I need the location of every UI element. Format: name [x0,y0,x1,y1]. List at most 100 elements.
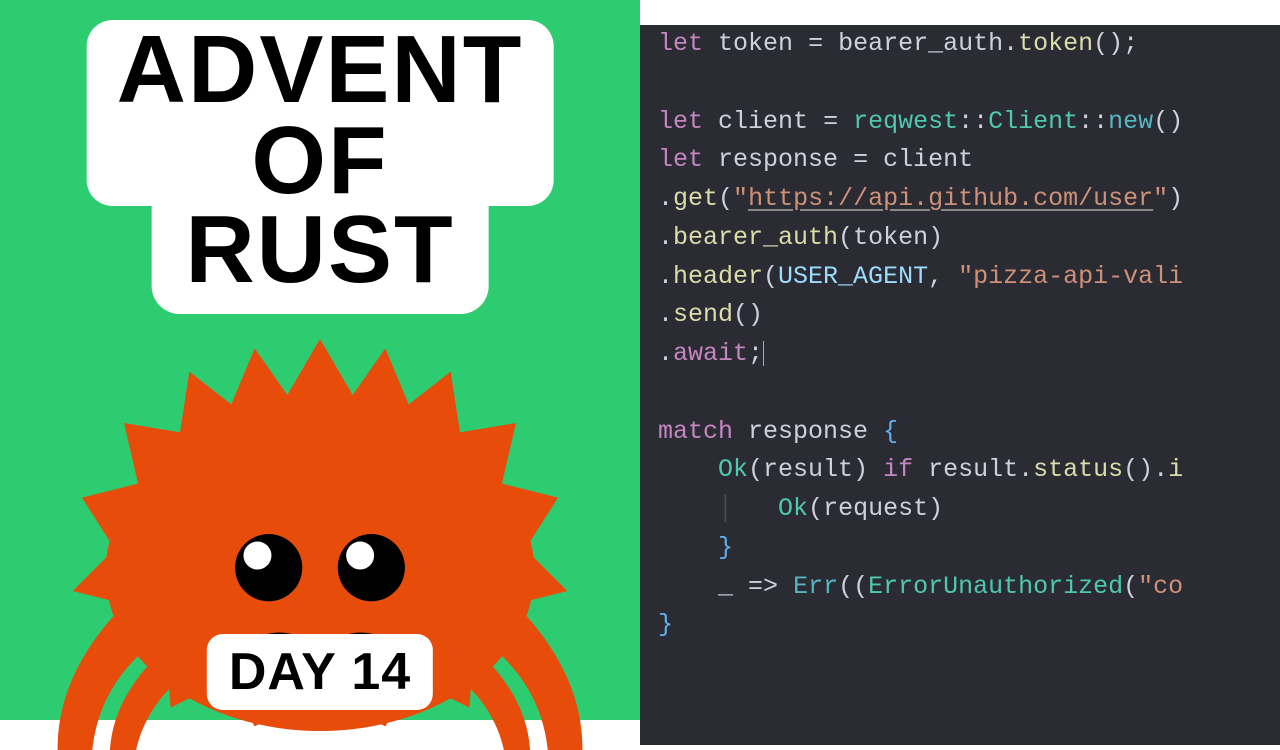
code-token: . [658,184,673,213]
code-token: reqwest [853,107,958,136]
code-token: https://api.github.com/user [748,184,1153,213]
code-token: result [928,455,1018,484]
code-token [703,145,718,174]
code-token: (( [838,572,868,601]
code-token: ( [838,223,853,252]
code-token: client [718,107,808,136]
code-token [913,455,928,484]
code-token: _ [718,572,733,601]
code-token: token [1018,29,1093,58]
code-token [838,145,853,174]
code-token: } [718,533,733,562]
code-token: Ok [718,455,748,484]
code-token: request [823,494,928,523]
code-token: await [673,339,748,368]
code-token: () [1093,29,1123,58]
code-token: token [853,223,928,252]
code-token: ( [748,455,763,484]
code-token: . [658,262,673,291]
code-token [763,341,764,366]
code-token: ( [718,184,733,213]
code-token [733,417,748,446]
code-line: let client = reqwest::Client::new() [658,103,1280,142]
title-plate-top: ADVENT OF [87,20,554,206]
code-token: ) [853,455,868,484]
code-token [868,455,883,484]
code-token: response [748,417,868,446]
title-line-2: RUST [185,204,454,295]
code-line: .get("https://api.github.com/user") [658,180,1280,219]
code-token: " [1153,184,1168,213]
code-token: new [1108,107,1153,136]
code-token: " [733,184,748,213]
code-token: . [658,223,673,252]
code-token: ) [928,494,943,523]
code-token: ; [748,339,763,368]
code-token: ( [1123,572,1138,601]
code-token [943,262,958,291]
code-line: } [658,606,1280,645]
code-token: bearer_auth [838,29,1003,58]
code-token: bearer_auth [673,223,838,252]
code-token: get [673,184,718,213]
code-token: match [658,417,733,446]
code-token: , [928,262,943,291]
code-token: () [733,300,763,329]
code-token: i [1168,455,1183,484]
code-line: .await; [658,335,1280,374]
code-token: USER_AGENT [778,262,928,291]
code-token: Err [793,572,838,601]
code-token: . [1153,455,1168,484]
code-token: let [658,145,703,174]
code-token: . [658,300,673,329]
day-badge: DAY 14 [207,634,433,710]
code-token: status [1033,455,1123,484]
code-token: = [808,29,823,58]
code-token: ; [1123,29,1138,58]
code-line: .header(USER_AGENT, "pizza-api-vali [658,258,1280,297]
code-token: { [883,417,898,446]
code-token: ) [928,223,943,252]
code-token: . [1018,455,1033,484]
code-token [703,29,718,58]
code-token: │ [718,494,778,523]
code-token [838,107,853,136]
code-token: let [658,107,703,136]
code-token [658,455,718,484]
code-token: if [883,455,913,484]
code-token: () [1153,107,1183,136]
code-token: ( [808,494,823,523]
code-token: token [718,29,793,58]
code-token: response [718,145,838,174]
code-token: header [673,262,763,291]
code-token [658,572,718,601]
code-token: () [1123,455,1153,484]
code-token: . [1003,29,1018,58]
code-token: ( [763,262,778,291]
code-line: _ => Err((ErrorUnauthorized("co [658,568,1280,607]
code-token [658,533,718,562]
code-token: send [673,300,733,329]
code-token: . [658,339,673,368]
code-editor-panel: let token = bearer_auth.token(); let cli… [640,25,1280,745]
code-token: :: [1078,107,1108,136]
code-token [823,29,838,58]
code-token [658,494,718,523]
code-token: = [853,145,868,174]
code-token: Ok [778,494,808,523]
code-token [793,29,808,58]
code-token: "pizza-api-vali [958,262,1183,291]
code-line: .send() [658,296,1280,335]
code-line: match response { [658,413,1280,452]
code-token: Client [988,107,1078,136]
title-line-1: ADVENT OF [117,24,524,206]
code-token: = [823,107,838,136]
code-line: Ok(result) if result.status().i [658,451,1280,490]
code-line: .bearer_auth(token) [658,219,1280,258]
title-card: ADVENT OF RUST [87,20,554,314]
code-line: let token = bearer_auth.token(); [658,25,1280,64]
code-line [658,374,1280,413]
code-token [733,572,748,601]
code-token: "co [1138,572,1183,601]
code-token: let [658,29,703,58]
